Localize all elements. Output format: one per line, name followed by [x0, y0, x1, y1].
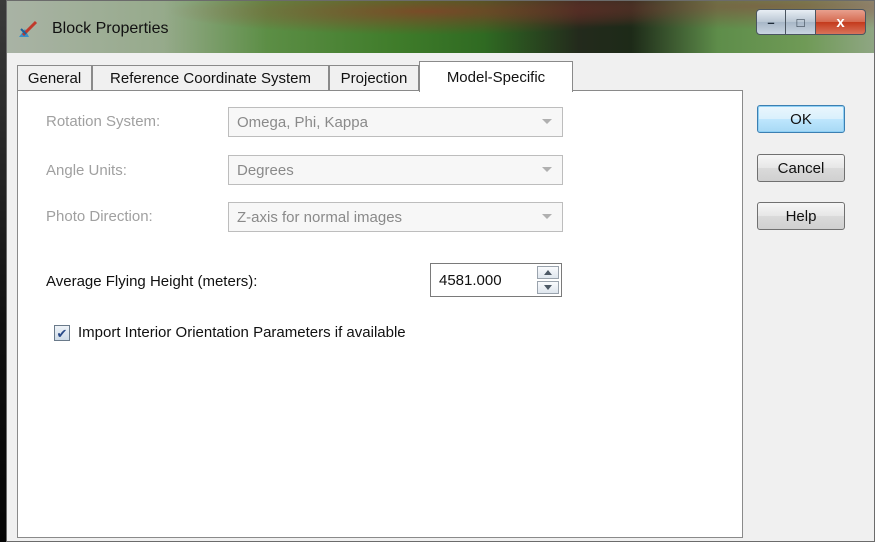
rotation-system-select[interactable]: Omega, Phi, Kappa [228, 107, 563, 137]
checkmark-icon: ✔ [56, 325, 68, 341]
model-specific-panel: Rotation System: Omega, Phi, Kappa Angle… [17, 90, 743, 538]
angle-units-value: Degrees [237, 161, 294, 179]
rotation-system-value: Omega, Phi, Kappa [237, 113, 368, 131]
angle-units-select[interactable]: Degrees [228, 155, 563, 185]
chevron-down-icon [542, 167, 552, 172]
flying-height-label: Average Flying Height (meters): [46, 273, 258, 290]
angle-units-label: Angle Units: [46, 162, 127, 179]
import-interior-checkbox[interactable]: ✔ [54, 325, 70, 341]
chevron-down-icon [542, 119, 552, 124]
spinner-buttons [537, 266, 559, 294]
tab-general[interactable]: General [17, 65, 92, 91]
photo-direction-value: Z-axis for normal images [237, 208, 403, 226]
ok-button[interactable]: OK [757, 105, 845, 133]
spin-up-button[interactable] [537, 266, 559, 279]
block-properties-icon [19, 20, 38, 37]
window-title: Block Properties [52, 20, 169, 37]
minimize-icon: – [767, 14, 775, 30]
close-icon: x [836, 13, 845, 31]
chevron-down-icon [542, 214, 552, 219]
close-button[interactable]: x [816, 9, 866, 35]
maximize-icon: □ [796, 14, 805, 30]
tab-model-specific[interactable]: Model-Specific [419, 61, 573, 92]
minimize-button[interactable]: – [756, 9, 786, 35]
photo-direction-select[interactable]: Z-axis for normal images [228, 202, 563, 232]
block-properties-dialog: Block Properties – □ x General Reference… [6, 0, 875, 542]
flying-height-input[interactable]: 4581.000 [439, 272, 502, 289]
help-button[interactable]: Help [757, 202, 845, 230]
photo-direction-label: Photo Direction: [46, 208, 153, 225]
window-controls: – □ x [756, 9, 866, 37]
spin-down-button[interactable] [537, 281, 559, 294]
tab-reference-coordinate-system[interactable]: Reference Coordinate System [92, 65, 329, 91]
cancel-button[interactable]: Cancel [757, 154, 845, 182]
rotation-system-label: Rotation System: [46, 113, 161, 130]
import-interior-label[interactable]: Import Interior Orientation Parameters i… [78, 324, 406, 341]
flying-height-spinner[interactable]: 4581.000 [430, 263, 562, 297]
maximize-button[interactable]: □ [786, 9, 816, 35]
arrow-down-icon [544, 285, 552, 290]
title-bar[interactable]: Block Properties – □ x [7, 1, 874, 53]
tab-projection[interactable]: Projection [329, 65, 419, 91]
arrow-up-icon [544, 270, 552, 275]
